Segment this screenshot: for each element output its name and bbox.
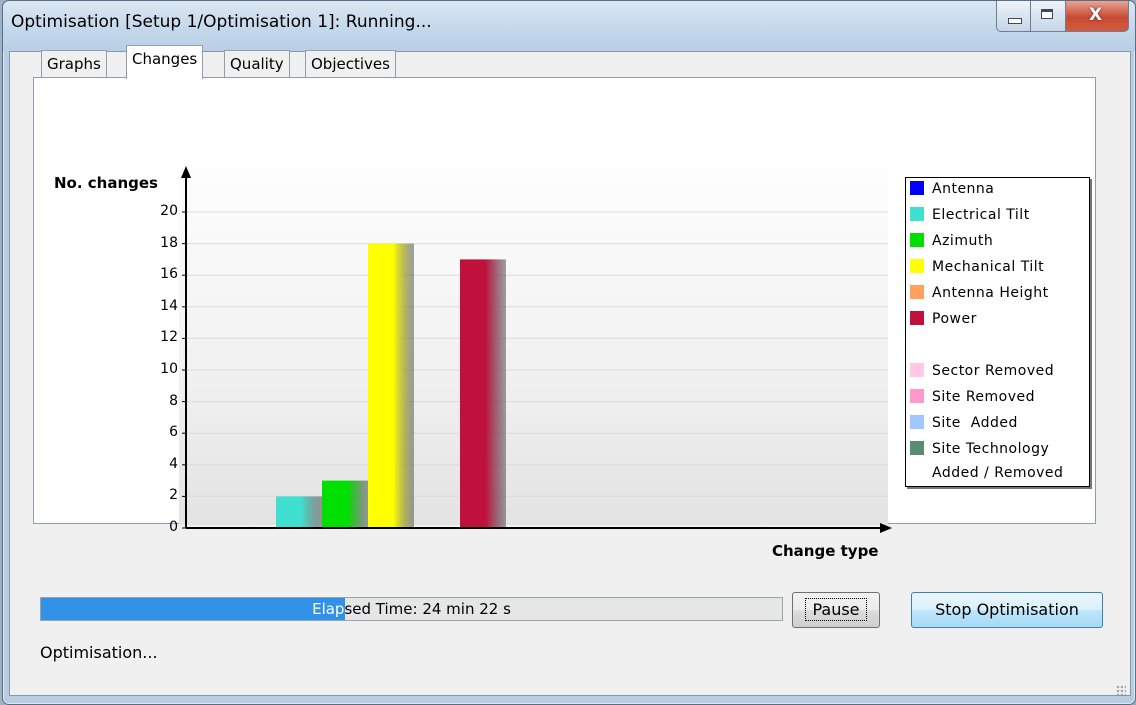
legend-label: Azimuth (932, 233, 994, 249)
y-tick-label: 2 (169, 487, 178, 504)
status-text: Optimisation... (40, 643, 158, 662)
legend-item-continuation: Added / Removed (932, 465, 1064, 481)
y-tick-label: 6 (169, 424, 178, 441)
y-tick-label: 12 (160, 329, 178, 346)
pause-button[interactable]: Pause (792, 592, 880, 628)
legend-swatch (910, 311, 924, 325)
bar-mechanical-tilt (368, 243, 414, 528)
bar-electrical-tilt (276, 496, 322, 528)
legend-label: Site Removed (932, 389, 1036, 405)
legend-swatch (910, 181, 924, 195)
y-tick-label: 16 (160, 266, 178, 283)
tab-label: Changes (132, 50, 198, 68)
elapsed-progress-bar: Elapsed Time: 24 min 22 s Elapsed Time: … (40, 597, 783, 621)
legend-label: Site Added (932, 415, 1018, 431)
bar-azimuth (322, 480, 368, 528)
legend-item-power: Power (910, 311, 977, 329)
y-axis-title: No. changes (54, 174, 158, 192)
x-axis-arrow (880, 523, 892, 533)
y-tick-label: 20 (160, 203, 178, 219)
legend-label: Power (932, 311, 977, 327)
legend-item-site-added: Site Added (910, 415, 1018, 433)
legend-swatch (910, 259, 924, 273)
y-tick-label: 14 (160, 297, 178, 314)
progress-fill: Elapsed Time: 24 min 22 s (41, 598, 345, 620)
legend-label: Antenna Height (932, 285, 1049, 301)
tab-changes[interactable]: Changes (126, 45, 204, 79)
bar-power (460, 259, 506, 528)
y-tick-label: 4 (169, 455, 178, 472)
y-tick-label: 0 (169, 519, 178, 535)
legend-swatch (910, 389, 924, 403)
pause-label: Pause (805, 598, 867, 621)
legend-label: Sector Removed (932, 363, 1055, 379)
legend-swatch (910, 415, 924, 429)
legend-item-mechanical-tilt: Mechanical Tilt (910, 259, 1044, 277)
progress-text-overlay: Elapsed Time: 24 min 22 s (312, 600, 345, 618)
legend-item-sector-removed: Sector Removed (910, 363, 1054, 381)
legend-swatch (910, 363, 924, 377)
legend-label: Site Technology (932, 441, 1050, 457)
y-tick-label: 18 (160, 234, 178, 251)
legend-item-site-technology: Site Technology (910, 441, 1049, 459)
legend-item-electrical-tilt: Electrical Tilt (910, 207, 1030, 225)
legend-label: Antenna (932, 181, 995, 197)
legend-item-antenna: Antenna (910, 181, 994, 199)
y-tick-label: 10 (160, 361, 178, 377)
legend-swatch (910, 207, 924, 221)
legend-item-azimuth: Azimuth (910, 233, 993, 251)
chart-legend: Antenna Electrical Tilt Azimuth Mechanic… (905, 177, 1090, 487)
legend-label: Mechanical Tilt (932, 259, 1045, 275)
stop-optimisation-button[interactable]: Stop Optimisation (911, 592, 1103, 628)
legend-swatch (910, 233, 924, 247)
y-tick-label: 8 (169, 392, 178, 409)
legend-item-antenna-height: Antenna Height (910, 285, 1049, 303)
legend-swatch (910, 285, 924, 299)
y-axis-arrow (181, 166, 191, 178)
legend-label: Electrical Tilt (932, 207, 1030, 223)
legend-item-site-removed: Site Removed (910, 389, 1035, 407)
resize-grip[interactable] (1116, 685, 1126, 695)
legend-swatch (910, 441, 924, 455)
x-axis-title: Change type (772, 542, 879, 560)
